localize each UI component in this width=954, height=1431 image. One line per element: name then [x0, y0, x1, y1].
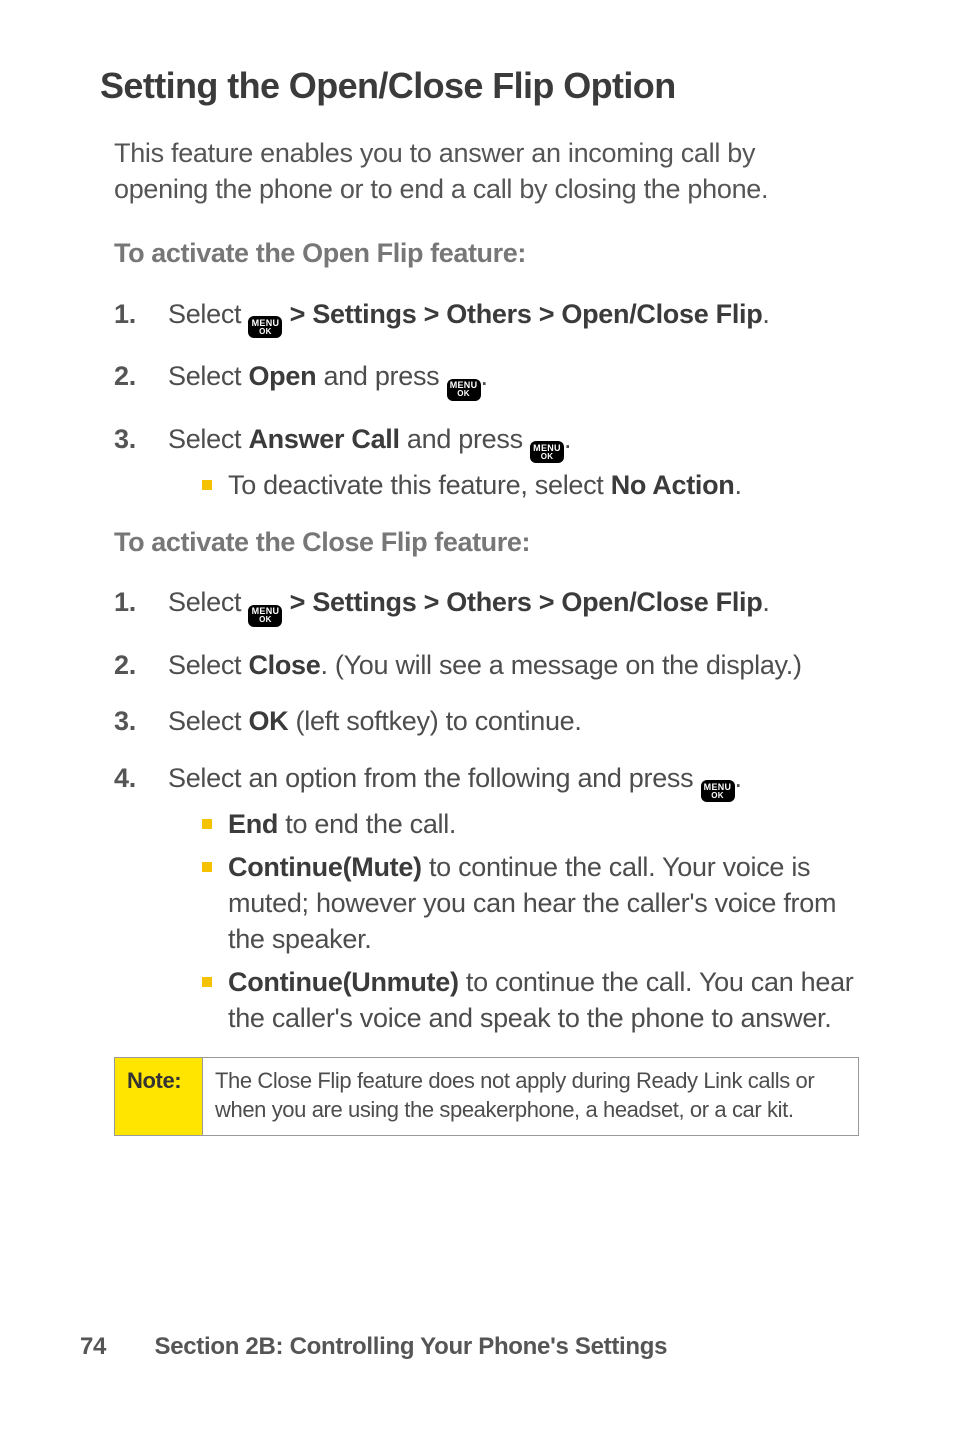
open-steps: Select MENUOK > Settings > Others > Open… — [114, 296, 854, 504]
close-label: Close — [248, 650, 320, 680]
ok-label: OK — [248, 706, 288, 736]
deactivate-item: To deactivate this feature, select No Ac… — [202, 467, 854, 503]
deactivate-prefix: To deactivate this feature, select — [228, 470, 611, 500]
open-label: Open — [248, 361, 316, 391]
note-box: Note: The Close Flip feature does not ap… — [114, 1057, 859, 1136]
close-step-4: Select an option from the following and … — [114, 760, 854, 1037]
open-step-3-sub: To deactivate this feature, select No Ac… — [202, 467, 854, 503]
page-content: Setting the Open/Close Flip Option This … — [100, 62, 854, 1136]
close-step-1: Select MENUOK > Settings > Others > Open… — [114, 584, 854, 627]
settings-path: > Settings > Others > Open/Close Flip — [282, 587, 762, 617]
page-footer: 74 Section 2B: Controlling Your Phone's … — [80, 1333, 667, 1361]
menu-ok-key-icon: MENUOK — [248, 605, 282, 627]
open-step-1: Select MENUOK > Settings > Others > Open… — [114, 296, 854, 339]
step-text: Select — [168, 706, 248, 736]
menu-ok-key-icon: MENUOK — [447, 379, 481, 401]
step-text: Select — [168, 587, 248, 617]
page-number: 74 — [80, 1333, 106, 1361]
open-step-2: Select Open and press MENUOK. — [114, 358, 854, 401]
step-text: and press — [316, 361, 446, 391]
step-text: Select — [168, 650, 248, 680]
close-step-3: Select OK (left softkey) to continue. — [114, 703, 854, 739]
menu-ok-key-icon: MENUOK — [701, 780, 735, 802]
close-steps: Select MENUOK > Settings > Others > Open… — [114, 584, 854, 1037]
footer-section: Section 2B: Controlling Your Phone's Set… — [154, 1333, 667, 1360]
end-label: End — [228, 809, 278, 839]
option-continue-mute: Continue(Mute) to continue the call. You… — [202, 849, 854, 958]
option-end: End to end the call. — [202, 806, 854, 842]
note-text: The Close Flip feature does not apply du… — [203, 1057, 859, 1135]
step-text: Select — [168, 424, 248, 454]
step-text: Select — [168, 361, 248, 391]
no-action-label: No Action — [611, 470, 735, 500]
ok-tail: (left softkey) to continue. — [288, 706, 581, 736]
close-subhead: To activate the Close Flip feature: — [114, 524, 854, 560]
open-step-3: Select Answer Call and press MENUOK. To … — [114, 421, 854, 504]
page-heading: Setting the Open/Close Flip Option — [100, 62, 854, 111]
step-text: Select — [168, 299, 248, 329]
continue-unmute-label: Continue(Unmute) — [228, 967, 459, 997]
option-continue-unmute: Continue(Unmute) to continue the call. Y… — [202, 964, 854, 1037]
step4-text: Select an option from the following and … — [168, 763, 701, 793]
menu-ok-key-icon: MENUOK — [530, 441, 564, 463]
close-step-2: Select Close. (You will see a message on… — [114, 647, 854, 683]
settings-path: > Settings > Others > Open/Close Flip — [282, 299, 762, 329]
menu-ok-key-icon: MENUOK — [248, 316, 282, 338]
continue-mute-label: Continue(Mute) — [228, 852, 422, 882]
step-text: and press — [400, 424, 530, 454]
intro-paragraph: This feature enables you to answer an in… — [114, 135, 854, 208]
end-tail: to end the call. — [278, 809, 456, 839]
note-label: Note: — [115, 1057, 203, 1135]
answer-call-label: Answer Call — [248, 424, 399, 454]
open-subhead: To activate the Open Flip feature: — [114, 235, 854, 271]
close-tail: . (You will see a message on the display… — [320, 650, 801, 680]
close-step-4-sub: End to end the call. Continue(Mute) to c… — [202, 806, 854, 1037]
